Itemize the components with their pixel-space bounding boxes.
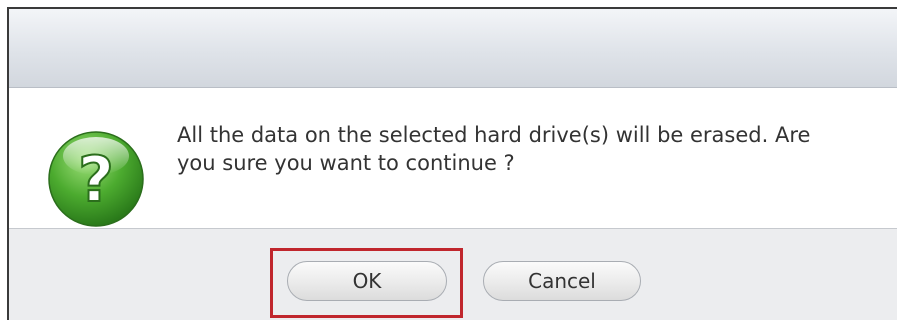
dialog-footer: OK Cancel: [9, 228, 897, 320]
dialog-message: All the data on the selected hard drive(…: [177, 123, 811, 175]
dialog-body: ? All the data on the selected hard driv…: [9, 88, 897, 228]
dialog-title-bar[interactable]: [9, 9, 897, 88]
cancel-button[interactable]: Cancel: [483, 261, 641, 301]
question-icon: ?: [48, 131, 144, 227]
ok-button[interactable]: OK: [287, 261, 447, 301]
confirm-dialog: ? All the data on the selected hard driv…: [7, 7, 897, 320]
svg-text:?: ?: [78, 143, 114, 216]
